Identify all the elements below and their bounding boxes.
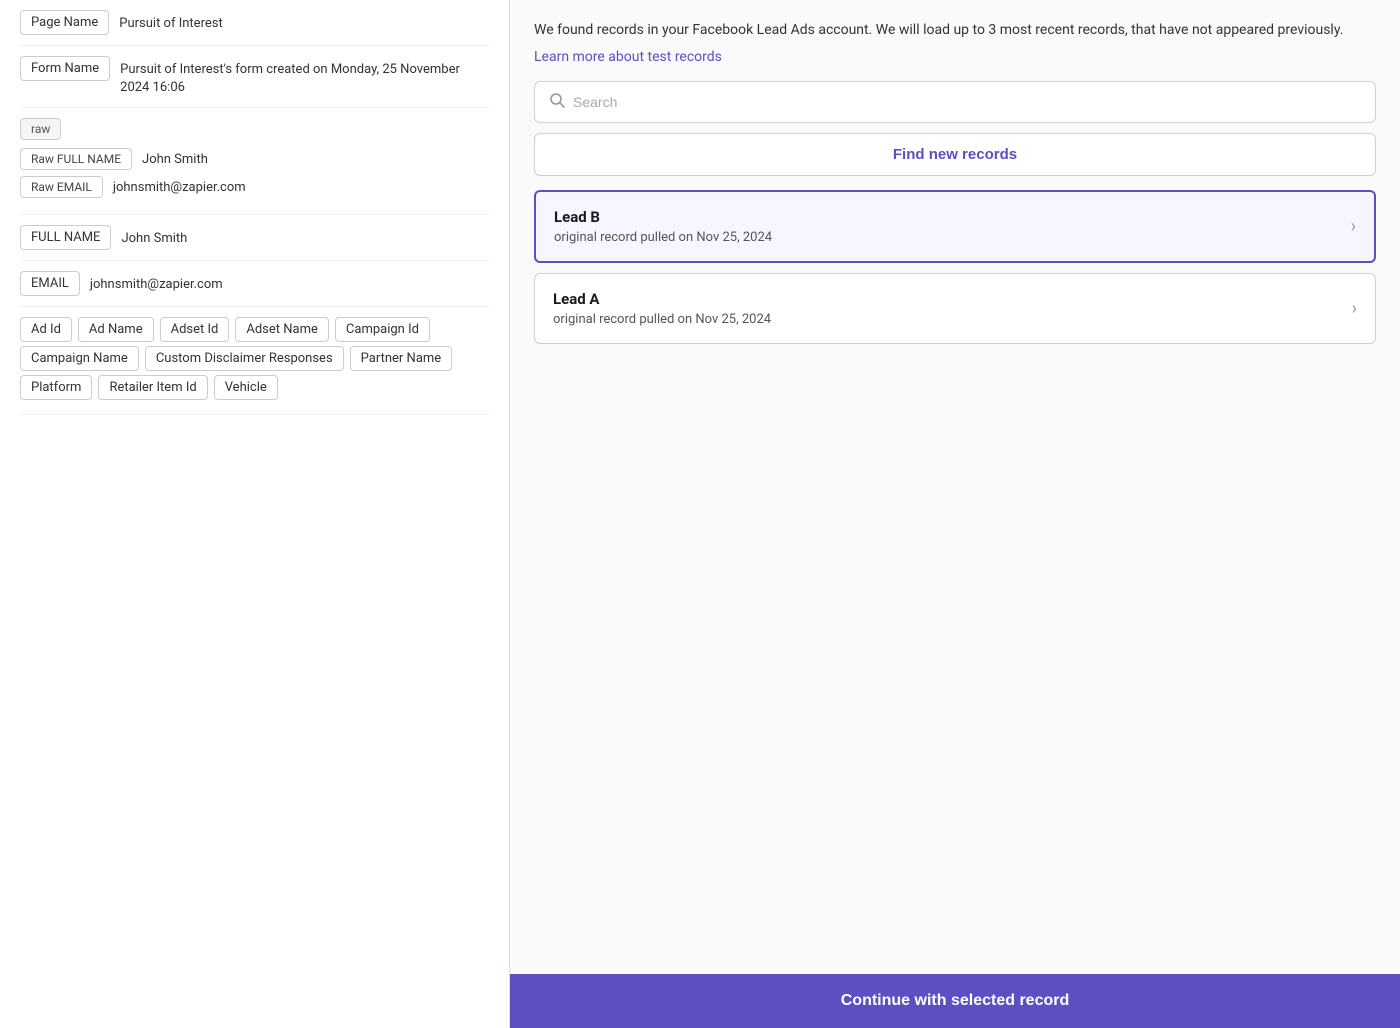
raw-full-name-value: John Smith bbox=[142, 152, 208, 167]
tags-row: Ad IdAd NameAdset IdAdset NameCampaign I… bbox=[20, 307, 489, 415]
raw-full-name-label: Raw FULL NAME bbox=[20, 148, 132, 170]
chevron-right-icon: › bbox=[1351, 216, 1356, 237]
email-value: johnsmith@zapier.com bbox=[90, 271, 223, 294]
form-name-row: Form Name Pursuit of Interest's form cre… bbox=[20, 46, 489, 108]
full-name-row: FULL NAME John Smith bbox=[20, 215, 489, 261]
records-list: Lead B original record pulled on Nov 25, … bbox=[534, 190, 1376, 354]
form-name-value: Pursuit of Interest's form created on Mo… bbox=[120, 56, 489, 97]
tag-item: Partner Name bbox=[350, 346, 453, 371]
raw-email-row: Raw EMAIL johnsmith@zapier.com bbox=[20, 176, 489, 198]
tag-item: Vehicle bbox=[214, 375, 278, 400]
page-name-label: Page Name bbox=[20, 10, 109, 35]
record-title: Lead A bbox=[553, 290, 1352, 308]
search-container bbox=[534, 81, 1376, 123]
raw-section: raw Raw FULL NAME John Smith Raw EMAIL j… bbox=[20, 108, 489, 215]
email-label: EMAIL bbox=[20, 271, 80, 296]
email-row: EMAIL johnsmith@zapier.com bbox=[20, 261, 489, 307]
search-input[interactable] bbox=[573, 94, 1361, 110]
learn-more-link[interactable]: Learn more about test records bbox=[534, 49, 1376, 65]
record-card[interactable]: Lead A original record pulled on Nov 25, … bbox=[534, 273, 1376, 344]
tag-item: Adset Id bbox=[160, 317, 230, 342]
info-text: We found records in your Facebook Lead A… bbox=[534, 20, 1376, 41]
full-name-label: FULL NAME bbox=[20, 225, 111, 250]
right-panel: We found records in your Facebook Lead A… bbox=[510, 0, 1400, 1028]
tag-item: Campaign Name bbox=[20, 346, 139, 371]
record-subtitle: original record pulled on Nov 25, 2024 bbox=[553, 312, 1352, 327]
record-card-content: Lead B original record pulled on Nov 25, … bbox=[554, 208, 1351, 245]
tag-item: Campaign Id bbox=[335, 317, 430, 342]
record-card[interactable]: Lead B original record pulled on Nov 25, … bbox=[534, 190, 1376, 263]
page-name-value: Pursuit of Interest bbox=[119, 10, 222, 33]
raw-email-value: johnsmith@zapier.com bbox=[113, 180, 246, 195]
raw-full-name-row: Raw FULL NAME John Smith bbox=[20, 148, 489, 170]
raw-label: raw bbox=[20, 118, 61, 140]
full-name-value: John Smith bbox=[121, 225, 187, 248]
tag-item: Custom Disclaimer Responses bbox=[145, 346, 344, 371]
continue-button[interactable]: Continue with selected record bbox=[510, 974, 1400, 1028]
tag-item: Platform bbox=[20, 375, 92, 400]
record-title: Lead B bbox=[554, 208, 1351, 226]
search-icon bbox=[549, 92, 565, 112]
find-new-records-button[interactable]: Find new records bbox=[534, 133, 1376, 176]
tag-item: Retailer Item Id bbox=[98, 375, 207, 400]
chevron-right-icon: › bbox=[1352, 298, 1357, 319]
tag-item: Ad Id bbox=[20, 317, 72, 342]
left-panel: Page Name Pursuit of Interest Form Name … bbox=[0, 0, 510, 1028]
tag-item: Ad Name bbox=[78, 317, 154, 342]
record-card-content: Lead A original record pulled on Nov 25, … bbox=[553, 290, 1352, 327]
record-subtitle: original record pulled on Nov 25, 2024 bbox=[554, 230, 1351, 245]
raw-email-label: Raw EMAIL bbox=[20, 176, 103, 198]
form-name-label: Form Name bbox=[20, 56, 110, 81]
page-name-row: Page Name Pursuit of Interest bbox=[20, 0, 489, 46]
tag-item: Adset Name bbox=[235, 317, 329, 342]
